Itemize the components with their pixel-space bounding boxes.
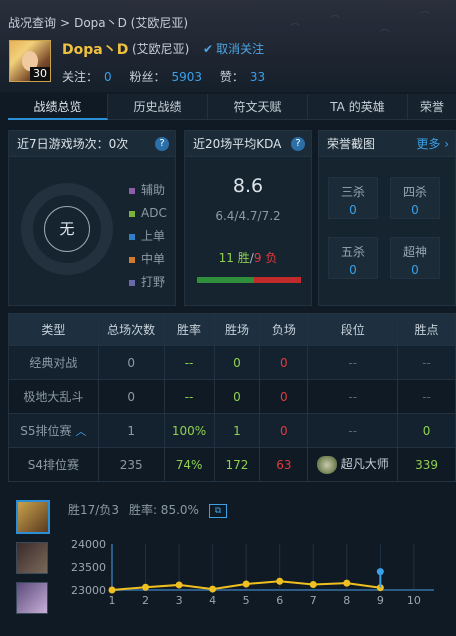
honor-panel: 荣誉截图 更多 › 三杀 0 四杀 0 五杀 0 超神 0	[318, 130, 456, 306]
honor-triple-kill[interactable]: 三杀 0	[328, 177, 378, 219]
column-header: 胜率	[163, 313, 215, 346]
honor-penta-kill[interactable]: 五杀 0	[328, 237, 378, 279]
data-point	[175, 581, 183, 589]
tab-champions[interactable]: TA 的英雄	[308, 94, 408, 120]
social-stats: 关注： 0 粉丝： 5903 赞： 33	[62, 70, 266, 84]
x-tick-label: 10	[407, 594, 421, 607]
column-header: 类型	[8, 313, 99, 346]
following-count[interactable]: 0	[104, 70, 112, 84]
data-point	[242, 580, 250, 588]
y-tick-label: 24000	[71, 538, 106, 551]
copy-icon[interactable]: ⧉	[208, 503, 227, 518]
breadcrumb: 战况查询 > Dopa丶D (艾欧尼亚)	[8, 16, 189, 30]
table-row: 经典对战 0 -- 0 0 -- --	[8, 345, 456, 380]
server-name: (艾欧尼亚)	[132, 42, 190, 56]
role-donut: 无	[21, 183, 113, 275]
role-legend: 辅助 ADC 上单 中单 打野	[129, 179, 167, 294]
stats-table: 类型 总场次数 胜率 胜场 负场 段位 胜点 经典对战 0 -- 0 0 -- …	[8, 313, 456, 482]
x-tick-label: 5	[243, 594, 250, 607]
rank-cell: 超凡大师	[307, 447, 399, 482]
likes-count[interactable]: 33	[250, 70, 265, 84]
column-header: 段位	[307, 313, 399, 346]
x-tick-label: 4	[209, 594, 216, 607]
more-link[interactable]: 更多 ›	[416, 131, 449, 157]
help-icon[interactable]: ?	[291, 137, 305, 151]
champion-trend-section: 胜17/负3 胜率: 85.0% ⧉ 24000 23500 23000 1 2 3 4 5 6 7 8…	[8, 490, 456, 636]
profile-header: ⌒ ⌒ ⌒ ⌒ 战况查询 > Dopa丶D (艾欧尼亚) 30 Dopa丶D (艾欧…	[0, 0, 456, 92]
breadcrumb-current: Dopa丶D (艾欧尼亚)	[74, 16, 189, 30]
breadcrumb-root[interactable]: 战况查询	[8, 16, 56, 30]
champion-portrait-selected[interactable]	[16, 500, 50, 534]
player-name: Dopa丶D	[62, 42, 129, 58]
fans-count[interactable]: 5903	[172, 70, 203, 84]
table-row[interactable]: S5排位赛 ︿ 1 100% 1 0 -- 0	[8, 413, 456, 448]
kda-detail: 6.4/4.7/7.2	[215, 209, 281, 223]
table-row: 极地大乱斗 0 -- 0 0 -- --	[8, 379, 456, 414]
kda-value: 8.6	[232, 175, 264, 197]
champion-summary: 胜17/负3 胜率: 85.0% ⧉	[68, 501, 237, 518]
column-header: 胜场	[213, 313, 261, 346]
level-badge: 30	[30, 67, 50, 81]
chevron-up-icon[interactable]: ︿	[76, 425, 87, 438]
honor-legendary[interactable]: 超神 0	[390, 237, 440, 279]
champion-portrait[interactable]	[16, 542, 48, 574]
expandable-row-label[interactable]: S5排位赛 ︿	[8, 413, 99, 448]
win-loss-bar	[197, 277, 301, 283]
points-trend-chart: 24000 23500 230001 2 3 4 5 6 7 8 9 10	[71, 538, 434, 607]
honor-quadra-kill[interactable]: 四杀 0	[390, 177, 440, 219]
column-header: 胜点	[397, 313, 456, 346]
data-point	[276, 577, 284, 585]
kda-panel: 近20场平均KDA? 8.6 6.4/4.7/7.2 11 胜/9 负	[184, 130, 312, 306]
honor-title: 荣誉截图	[327, 137, 376, 151]
tab-runes[interactable]: 符文天赋	[208, 94, 308, 120]
column-header: 总场次数	[97, 313, 165, 346]
x-tick-label: 2	[142, 594, 149, 607]
tab-bar: 战绩总览 历史战绩 符文天赋 TA 的英雄 荣誉	[8, 94, 456, 120]
data-point	[108, 586, 116, 594]
legend-item-adc: ADC	[129, 202, 167, 225]
rank-emblem-icon	[316, 455, 337, 474]
kda-title: 近20场平均KDA	[193, 137, 282, 151]
y-tick-label: 23000	[71, 584, 106, 597]
help-icon[interactable]: ?	[155, 137, 169, 151]
tab-honor[interactable]: 荣誉	[408, 94, 456, 120]
win-loss-text: 11 胜/9 负	[218, 251, 278, 265]
data-point	[209, 585, 217, 593]
chevron-right-icon: ›	[444, 137, 449, 151]
column-header: 负场	[259, 313, 309, 346]
tab-overview[interactable]: 战绩总览	[8, 94, 108, 120]
legend-item-mid: 中单	[129, 248, 167, 271]
x-tick-label: 7	[310, 594, 317, 607]
tab-history[interactable]: 历史战绩	[108, 94, 208, 120]
data-point	[343, 579, 351, 587]
x-tick-label: 3	[176, 594, 183, 607]
x-tick-label: 6	[276, 594, 283, 607]
y-tick-label: 23500	[71, 561, 106, 574]
table-row: S4排位赛 235 74% 172 63 超凡大师 339	[8, 447, 456, 482]
recent-games-title: 近7日游戏场次：0次	[17, 137, 129, 151]
recent-games-panel: 近7日游戏场次：0次? 无 辅助 ADC 上单 中单 打野	[8, 130, 176, 306]
avatar: 30	[9, 40, 51, 82]
x-tick-label: 9	[377, 594, 384, 607]
highlight-point	[376, 568, 384, 576]
x-tick-label: 1	[109, 594, 116, 607]
x-tick-label: 8	[343, 594, 350, 607]
unfollow-button[interactable]: ✔ 取消关注	[203, 40, 264, 57]
legend-item-support: 辅助	[129, 179, 167, 202]
data-point	[309, 580, 317, 588]
check-icon: ✔	[203, 42, 214, 56]
legend-item-jungle: 打野	[129, 271, 167, 294]
table-header-row: 类型 总场次数 胜率 胜场 负场 段位 胜点	[8, 313, 456, 346]
data-point	[142, 583, 150, 591]
champion-portrait[interactable]	[16, 582, 48, 614]
legend-item-top: 上单	[129, 225, 167, 248]
donut-center-label: 无	[44, 206, 90, 252]
